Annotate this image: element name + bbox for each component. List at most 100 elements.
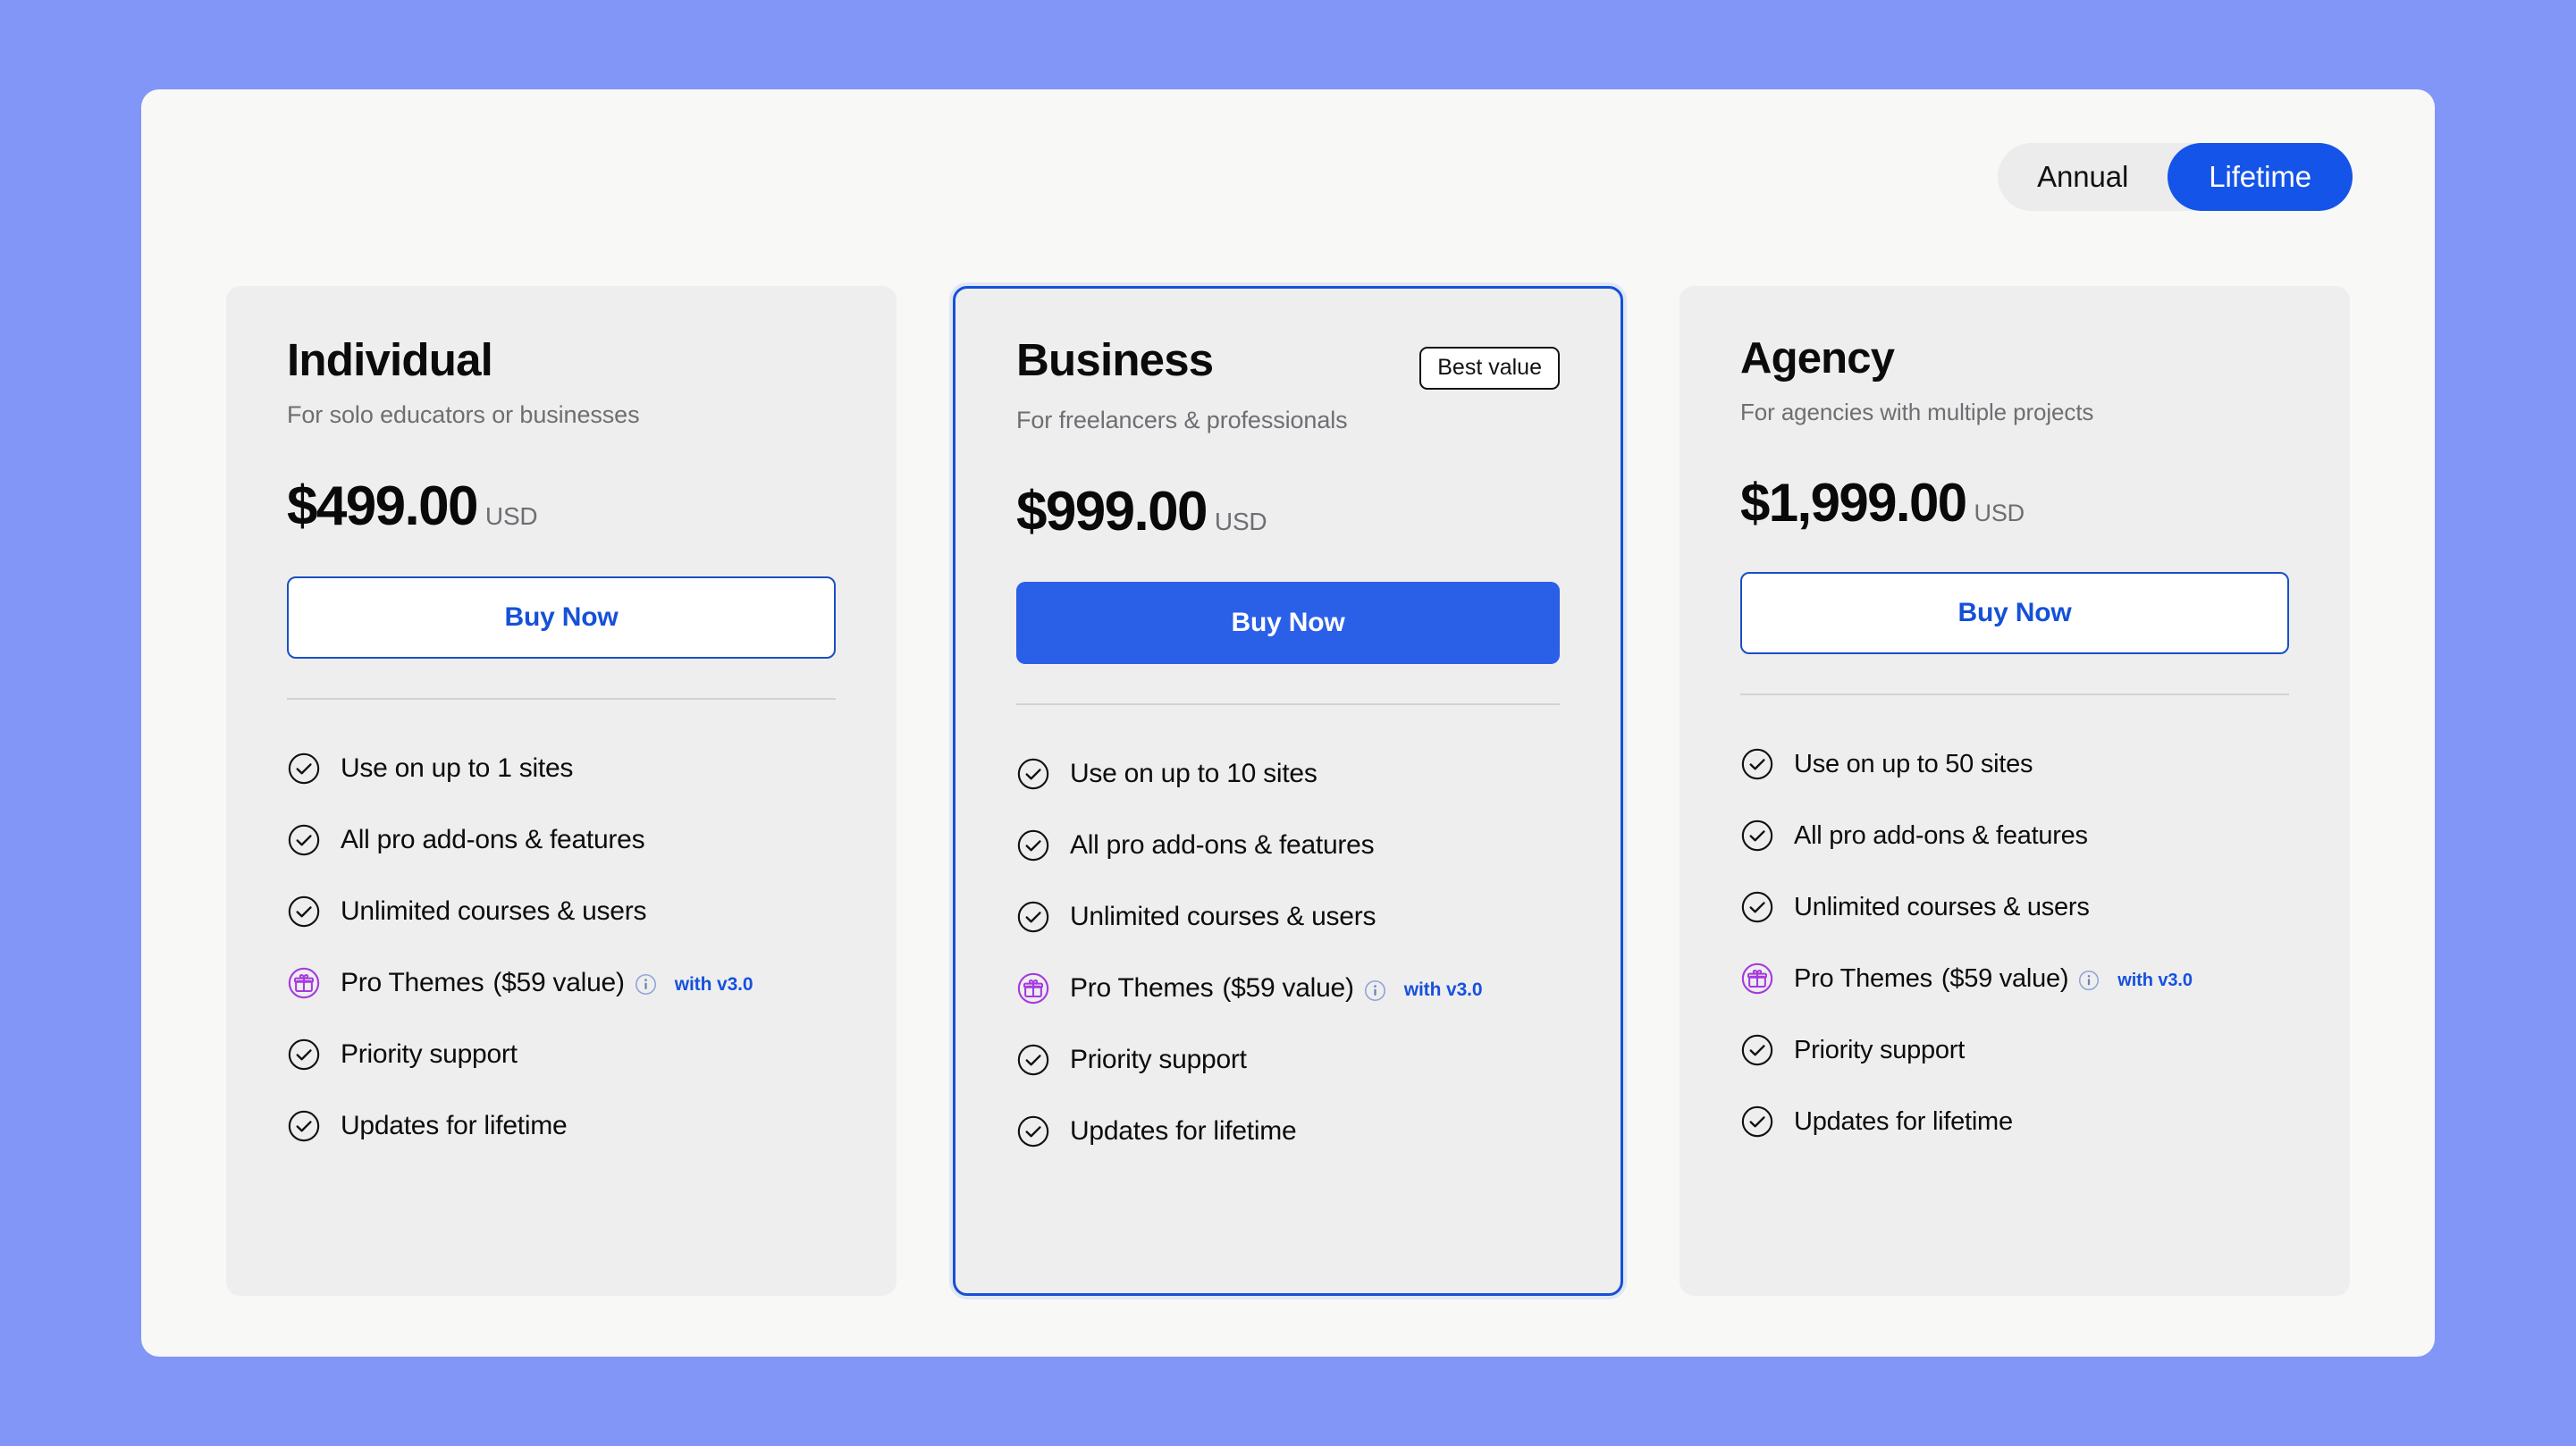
- feature-item: All pro add-ons & features: [1740, 800, 2289, 871]
- check-circle-icon: [1741, 1035, 1773, 1066]
- info-icon[interactable]: [2078, 970, 2100, 991]
- feature-label: All pro add-ons & features: [341, 824, 645, 854]
- plan-price: $499.00: [287, 475, 479, 537]
- feature-label: All pro add-ons & features: [1070, 830, 1375, 860]
- feature-content: Priority support: [1794, 1036, 1965, 1065]
- card-divider: [1740, 694, 2289, 696]
- feature-content: Unlimited courses & users: [1070, 902, 1376, 932]
- plan-name: Individual: [287, 334, 493, 385]
- billing-period-toggle[interactable]: Annual Lifetime: [1998, 143, 2353, 211]
- billing-toggle-option-lifetime[interactable]: Lifetime: [2168, 143, 2353, 211]
- feature-info-tooltip-trigger[interactable]: [625, 971, 657, 996]
- check-circle-icon: [288, 1038, 320, 1070]
- feature-content: Use on up to 10 sites: [1070, 759, 1317, 789]
- billing-toggle-option-annual[interactable]: Annual: [1998, 143, 2168, 211]
- best-value-badge: Best value: [1419, 347, 1560, 390]
- feature-label: Unlimited courses & users: [1070, 902, 1376, 931]
- feature-content: Updates for lifetime: [1794, 1107, 2013, 1137]
- check-circle-icon: [288, 895, 320, 927]
- plan-price: $999.00: [1016, 481, 1208, 542]
- buy-now-button-individual[interactable]: Buy Now: [287, 576, 836, 659]
- feature-item: Updates for lifetime: [287, 1090, 836, 1162]
- feature-list: Use on up to 50 sites All pro add-ons & f…: [1740, 728, 2289, 1157]
- pricing-cards-row: Individual For solo educators or business…: [141, 286, 2435, 1296]
- feature-item: Priority support: [1740, 1014, 2289, 1086]
- card-header: Business Best value: [1016, 336, 1560, 390]
- plan-currency: USD: [1214, 508, 1267, 535]
- buy-now-button-agency[interactable]: Buy Now: [1740, 572, 2289, 655]
- feature-list: Use on up to 1 sites All pro add-ons & fe…: [287, 733, 836, 1162]
- check-circle-icon: [288, 1110, 320, 1141]
- card-header: Agency: [1740, 335, 2289, 382]
- feature-value-note: ($59 value): [1222, 973, 1354, 1003]
- feature-label: Updates for lifetime: [1794, 1106, 2013, 1136]
- plan-price: $1,999.00: [1740, 473, 1967, 534]
- feature-version-tag: with v3.0: [1403, 979, 1483, 1000]
- buy-now-button-business[interactable]: Buy Now: [1016, 582, 1560, 664]
- feature-content: Pro Themes ($59 value) with v3.0: [341, 968, 753, 998]
- feature-item: Use on up to 50 sites: [1740, 728, 2289, 800]
- check-circle-icon: [1017, 829, 1049, 862]
- feature-item: Priority support: [1016, 1024, 1560, 1096]
- card-divider: [287, 697, 836, 700]
- gift-circle-icon: [288, 967, 320, 998]
- check-circle-icon: [1017, 901, 1049, 933]
- pricing-card-agency: Agency For agencies with multiple project…: [1679, 286, 2350, 1296]
- feature-item: Updates for lifetime: [1740, 1086, 2289, 1157]
- check-circle-icon: [288, 824, 320, 855]
- feature-item: Unlimited courses & users: [1016, 881, 1560, 953]
- feature-item: Unlimited courses & users: [1740, 871, 2289, 943]
- feature-item: All pro add-ons & features: [1016, 810, 1560, 881]
- check-circle-icon: [1017, 1115, 1049, 1148]
- feature-content: Unlimited courses & users: [1794, 893, 2090, 922]
- feature-label: Priority support: [341, 1038, 518, 1069]
- feature-label: Updates for lifetime: [1070, 1116, 1297, 1146]
- info-icon[interactable]: [635, 973, 657, 996]
- plan-name: Business: [1016, 334, 1214, 385]
- check-circle-icon: [1741, 820, 1773, 852]
- feature-content: Pro Themes ($59 value) with v3.0: [1070, 973, 1483, 1004]
- feature-item: Unlimited courses & users: [287, 876, 836, 947]
- card-divider: [1016, 703, 1560, 705]
- feature-version-tag: with v3.0: [2117, 970, 2193, 990]
- feature-item: Use on up to 1 sites: [287, 733, 836, 804]
- feature-item: Pro Themes ($59 value) with v3.0: [287, 947, 836, 1019]
- pricing-card-business: Business Best value For freelancers & prof…: [953, 286, 1623, 1296]
- gift-circle-icon: [1017, 972, 1049, 1005]
- check-circle-icon: [1017, 1044, 1049, 1076]
- plan-subtitle: For freelancers & professionals: [1016, 407, 1348, 433]
- feature-item: All pro add-ons & features: [287, 804, 836, 876]
- check-circle-icon: [1741, 749, 1773, 780]
- feature-info-tooltip-trigger[interactable]: [1354, 978, 1386, 1002]
- price-row: $1,999.00 USD: [1740, 476, 2289, 530]
- gift-circle-icon: [1741, 963, 1773, 995]
- feature-content: Updates for lifetime: [341, 1110, 568, 1141]
- price-row: $999.00 USD: [1016, 484, 1560, 540]
- feature-item: Use on up to 10 sites: [1016, 738, 1560, 810]
- feature-info-tooltip-trigger[interactable]: [2068, 968, 2100, 991]
- plan-currency: USD: [484, 501, 538, 530]
- feature-label: Unlimited courses & users: [341, 895, 647, 926]
- plan-currency: USD: [1974, 500, 2025, 527]
- feature-label: Updates for lifetime: [341, 1110, 568, 1140]
- feature-label: All pro add-ons & features: [1794, 820, 2088, 850]
- plan-subtitle: For solo educators or businesses: [287, 400, 640, 428]
- feature-content: Use on up to 1 sites: [341, 753, 573, 784]
- feature-value-note: ($59 value): [492, 967, 625, 997]
- feature-label: Use on up to 50 sites: [1794, 749, 2033, 778]
- feature-content: Pro Themes ($59 value) with v3.0: [1794, 964, 2193, 994]
- feature-content: All pro add-ons & features: [1794, 821, 2088, 851]
- feature-version-tag: with v3.0: [674, 973, 753, 995]
- feature-label: Priority support: [1794, 1035, 1966, 1064]
- feature-label: Use on up to 10 sites: [1070, 759, 1317, 788]
- feature-item: Updates for lifetime: [1016, 1096, 1560, 1167]
- check-circle-icon: [1741, 1106, 1773, 1138]
- info-icon[interactable]: [1364, 979, 1386, 1002]
- pricing-page: Annual Lifetime Individual For solo educat…: [0, 0, 2576, 1446]
- feature-label: Pro Themes: [1794, 963, 1932, 993]
- pricing-panel: Annual Lifetime Individual For solo educat…: [141, 89, 2435, 1357]
- feature-item: Pro Themes ($59 value) with v3.0: [1016, 953, 1560, 1024]
- feature-item: Pro Themes ($59 value) with v3.0: [1740, 943, 2289, 1014]
- plan-subtitle: For agencies with multiple projects: [1740, 399, 2094, 426]
- card-header: Individual: [287, 336, 836, 384]
